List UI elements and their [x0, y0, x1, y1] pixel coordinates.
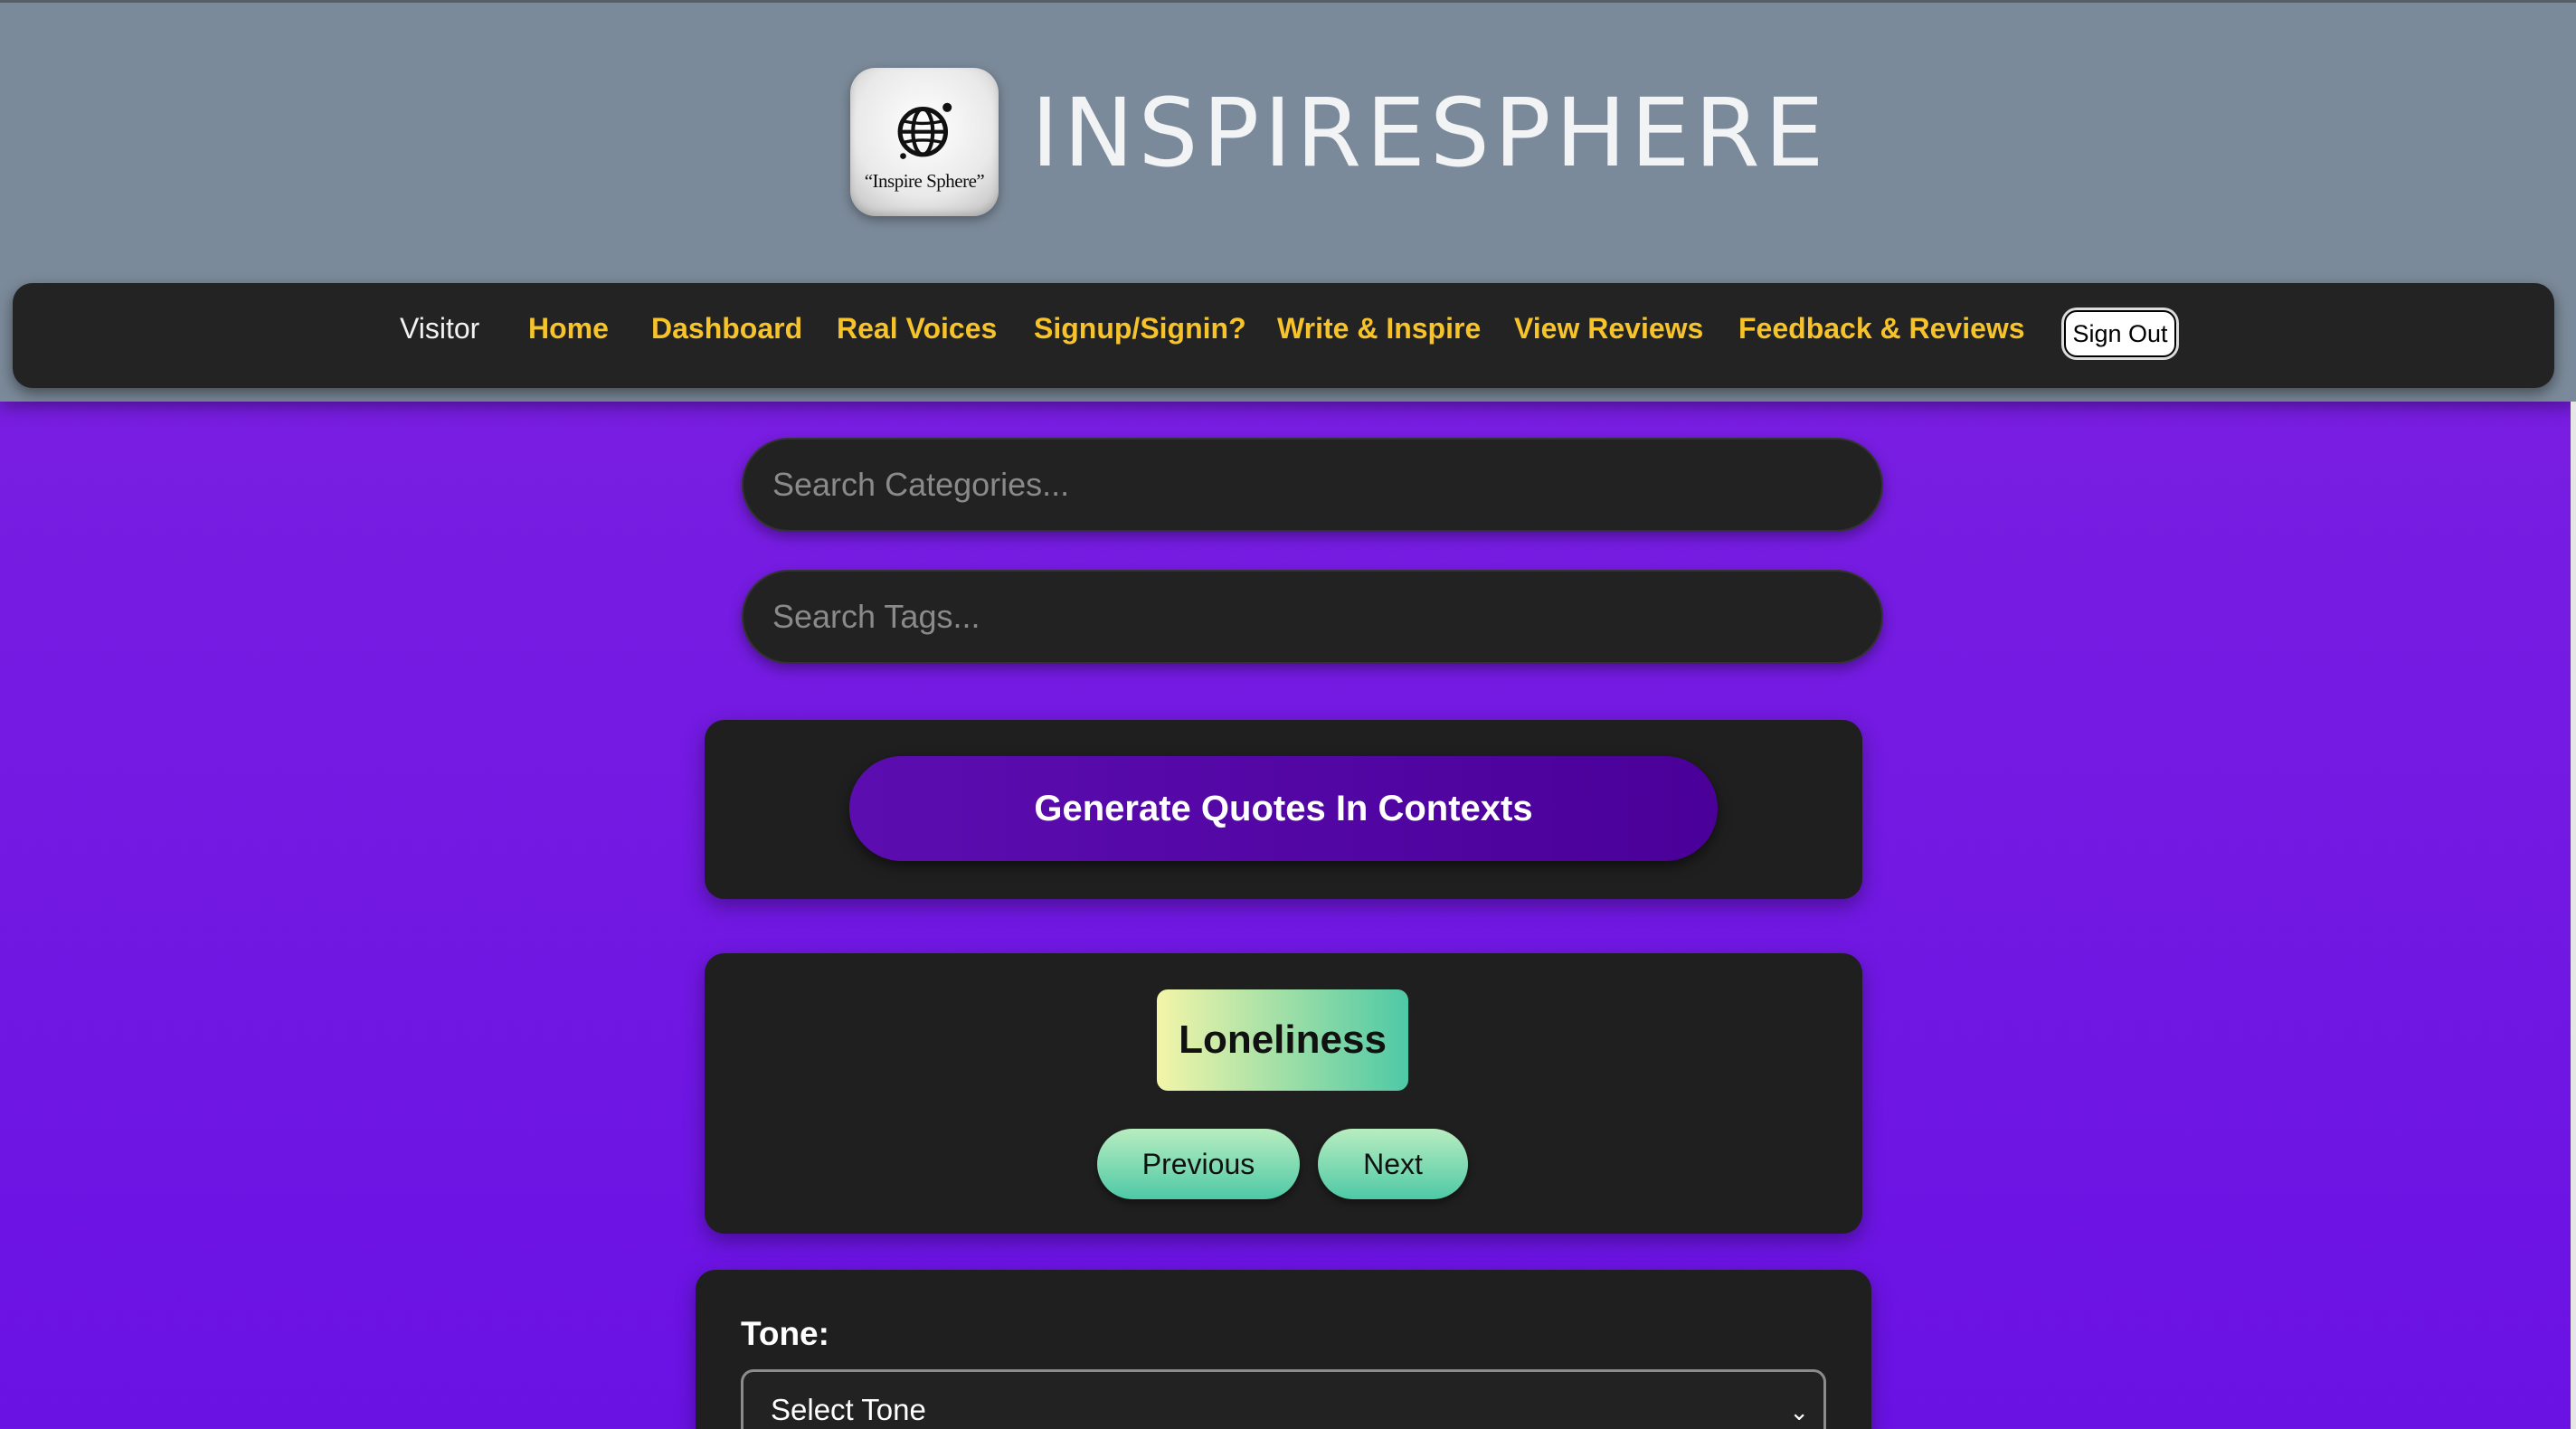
tone-select[interactable]: Select Tone ⌄	[741, 1369, 1826, 1429]
next-button[interactable]: Next	[1318, 1129, 1468, 1199]
page-scrollbar[interactable]	[2571, 402, 2576, 1429]
nav-home[interactable]: Home	[528, 283, 609, 388]
tone-selected-value: Select Tone	[771, 1393, 926, 1426]
nav-view-reviews[interactable]: View Reviews	[1514, 283, 1703, 388]
sign-out-button[interactable]: Sign Out	[2064, 310, 2176, 357]
tone-label: Tone:	[741, 1315, 829, 1352]
logo-caption: “Inspire Sphere”	[864, 169, 985, 192]
search-tags-input[interactable]	[742, 570, 1883, 664]
generate-card: Generate Quotes In Contexts	[705, 720, 1862, 899]
current-category: Loneliness	[1157, 989, 1408, 1091]
nav-signup-signin[interactable]: Signup/Signin?	[1034, 283, 1246, 388]
nav-real-voices[interactable]: Real Voices	[837, 283, 997, 388]
tone-card: Tone: Select Tone ⌄	[696, 1270, 1871, 1429]
search-categories-input[interactable]	[742, 438, 1883, 532]
nav-dashboard[interactable]: Dashboard	[651, 283, 802, 388]
site-header: “Inspire Sphere” INSPIRESPHERE Visitor H…	[0, 0, 2576, 402]
previous-button[interactable]: Previous	[1097, 1129, 1300, 1199]
site-logo[interactable]: “Inspire Sphere”	[850, 68, 999, 216]
visitor-label: Visitor	[400, 312, 480, 345]
category-card: Loneliness Previous Next	[705, 953, 1862, 1234]
generate-quotes-button[interactable]: Generate Quotes In Contexts	[849, 756, 1718, 861]
nav-write-inspire[interactable]: Write & Inspire	[1277, 283, 1481, 388]
main-nav: Visitor Home Dashboard Real Voices Signu…	[13, 283, 2554, 388]
site-title: INSPIRESPHERE	[1031, 78, 1829, 188]
chevron-down-icon: ⌄	[1789, 1398, 1809, 1425]
globe-icon	[897, 102, 952, 159]
nav-feedback-reviews[interactable]: Feedback & Reviews	[1738, 283, 2025, 388]
